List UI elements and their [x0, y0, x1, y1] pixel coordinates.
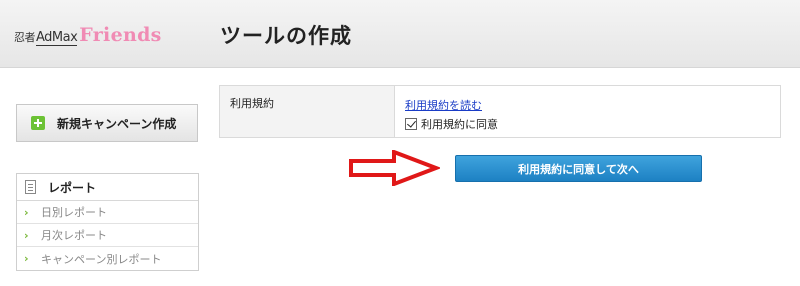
agree-row: 利用規約に同意 — [405, 116, 780, 132]
chevron-right-icon: › — [24, 252, 29, 265]
terms-table: 利用規約 利用規約を読む 利用規約に同意 — [219, 85, 781, 138]
report-menu-title: レポート — [48, 180, 97, 195]
chevron-right-icon: › — [24, 228, 29, 242]
agree-checkbox[interactable] — [405, 118, 417, 130]
new-campaign-label: 新規キャンペーン作成 — [57, 116, 177, 131]
header-bar: 忍者 AdMax Friends ツールの作成 — [0, 0, 800, 68]
logo-ninja-text: 忍者 — [14, 31, 36, 44]
report-menu: レポート › 日別レポート › 月次レポート › キャンペーン別レポート — [16, 173, 199, 271]
read-terms-link[interactable]: 利用規約を読む — [405, 97, 482, 113]
report-item-label: キャンペーン別レポート — [41, 252, 162, 266]
report-item-monthly[interactable]: › 月次レポート — [17, 224, 198, 247]
document-icon — [25, 180, 36, 194]
page-title: ツールの作成 — [220, 24, 352, 48]
red-arrow-icon — [349, 150, 440, 186]
brand-logo[interactable]: 忍者 AdMax Friends — [14, 24, 162, 46]
logo-admax-text: AdMax — [36, 30, 78, 46]
agree-checkbox-label[interactable]: 利用規約に同意 — [421, 116, 498, 132]
report-item-label: 日別レポート — [41, 206, 107, 219]
new-campaign-button[interactable]: 新規キャンペーン作成 — [16, 104, 198, 142]
chevron-right-icon: › — [24, 205, 29, 219]
logo-friends-text: Friends — [79, 24, 162, 46]
report-item-campaign[interactable]: › キャンペーン別レポート — [17, 247, 198, 270]
plus-icon — [31, 116, 45, 130]
terms-value-cell: 利用規約を読む 利用規約に同意 — [395, 86, 780, 137]
report-item-label: 月次レポート — [41, 229, 107, 242]
terms-label: 利用規約 — [220, 86, 395, 137]
agree-and-next-button[interactable]: 利用規約に同意して次へ — [455, 155, 702, 182]
report-menu-header: レポート — [17, 174, 198, 201]
report-item-daily[interactable]: › 日別レポート — [17, 201, 198, 224]
